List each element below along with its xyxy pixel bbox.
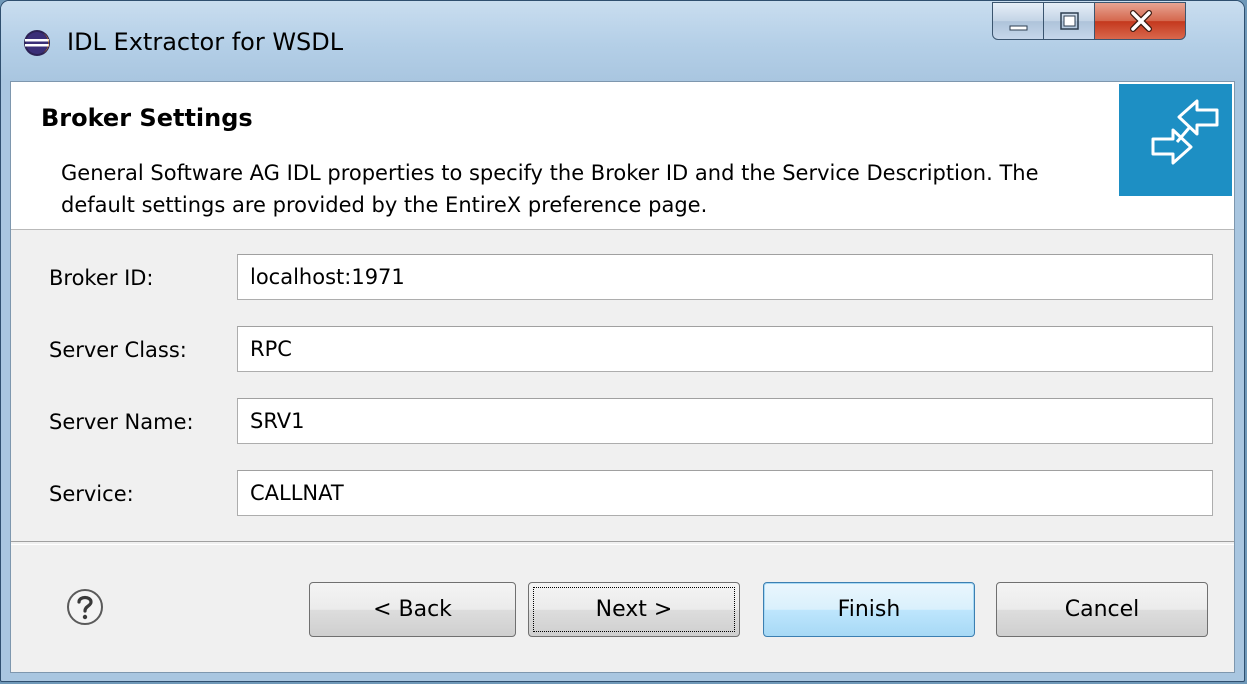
window-title: IDL Extractor for WSDL: [67, 28, 344, 56]
minimize-button[interactable]: [992, 2, 1044, 40]
maximize-button[interactable]: [1043, 2, 1095, 40]
title-bar[interactable]: IDL Extractor for WSDL: [1, 1, 1244, 81]
cancel-button-label: Cancel: [1064, 597, 1140, 622]
back-button[interactable]: < Back: [309, 582, 516, 637]
cancel-button[interactable]: Cancel: [996, 582, 1208, 637]
dialog-content: Broker Settings General Software AG IDL …: [10, 81, 1235, 673]
help-icon[interactable]: [65, 587, 105, 627]
maximize-icon: [1060, 12, 1079, 30]
exchange-arrows-icon: [1151, 99, 1219, 165]
finish-button-label: Finish: [837, 597, 901, 622]
service-label: Service:: [49, 482, 134, 506]
broker-id-label: Broker ID:: [49, 266, 154, 290]
service-input[interactable]: [237, 470, 1213, 516]
server-name-input[interactable]: [237, 398, 1213, 444]
service-row: Service:: [11, 470, 1234, 518]
server-name-label: Server Name:: [49, 410, 194, 434]
dialog-window: IDL Extractor for WSDL Broker Settings G…: [0, 0, 1245, 682]
back-button-label: < Back: [373, 597, 452, 622]
minimize-icon: [1009, 25, 1028, 31]
server-name-row: Server Name:: [11, 398, 1234, 446]
broker-id-input[interactable]: [237, 254, 1213, 300]
wizard-banner: [1119, 84, 1232, 196]
wizard-header: Broker Settings General Software AG IDL …: [11, 82, 1234, 230]
next-button-label: Next >: [595, 597, 673, 622]
button-bar-separator: [11, 541, 1234, 545]
close-button[interactable]: [1094, 2, 1186, 40]
server-class-row: Server Class:: [11, 326, 1234, 374]
server-class-input[interactable]: [237, 326, 1213, 372]
finish-button[interactable]: Finish: [763, 582, 975, 637]
close-icon: [1130, 10, 1152, 32]
page-description: General Software AG IDL properties to sp…: [61, 161, 1039, 217]
page-title: Broker Settings: [41, 104, 253, 132]
server-class-label: Server Class:: [49, 338, 187, 362]
next-button[interactable]: Next >: [528, 582, 740, 637]
broker-id-row: Broker ID:: [11, 254, 1234, 302]
eclipse-icon: [24, 30, 50, 56]
